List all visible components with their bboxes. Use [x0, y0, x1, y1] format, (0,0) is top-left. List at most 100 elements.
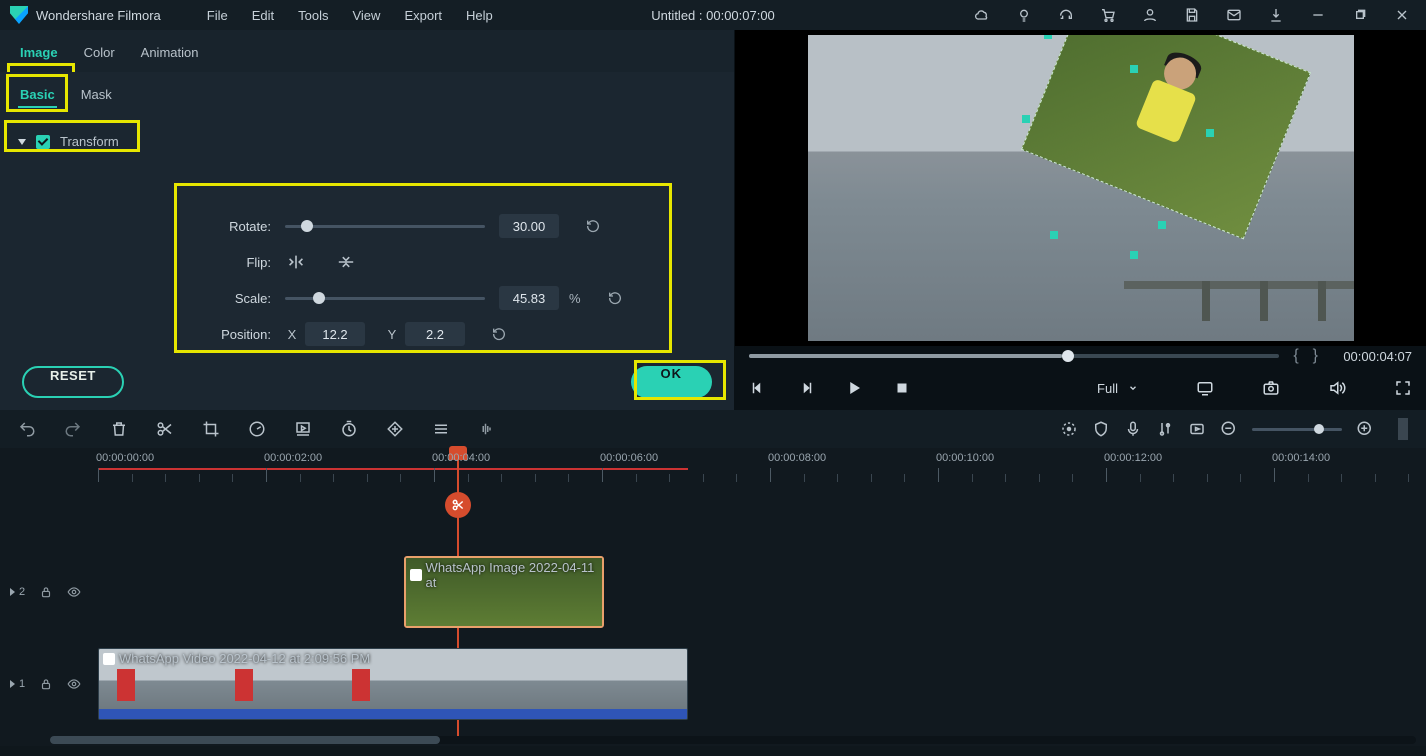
scale-reset-icon[interactable] — [607, 290, 623, 306]
lock-icon[interactable] — [39, 585, 53, 599]
headset-icon[interactable] — [1058, 7, 1074, 23]
split-icon[interactable] — [156, 420, 174, 438]
eye-icon[interactable] — [67, 677, 81, 691]
timeline-clip-video[interactable]: WhatsApp Video 2022-04-12 at 2:09:56 PM — [98, 648, 688, 720]
track-2-label[interactable]: 2 — [10, 586, 25, 598]
property-tabs: Image Color Animation — [0, 30, 734, 72]
menu-file[interactable]: File — [195, 2, 240, 29]
menu-tools[interactable]: Tools — [286, 2, 340, 29]
timeline-layout-icon[interactable] — [1398, 418, 1408, 440]
menu-view[interactable]: View — [340, 2, 392, 29]
timeline-scrollbar[interactable] — [50, 736, 1416, 744]
mark-in-icon[interactable]: { — [1293, 347, 1298, 365]
position-x-value[interactable]: 12.2 — [305, 322, 365, 346]
app-brand: Wondershare Filmora — [36, 8, 161, 23]
mic-icon[interactable] — [1124, 420, 1142, 438]
menu-edit[interactable]: Edit — [240, 2, 286, 29]
subtab-basic[interactable]: Basic — [18, 87, 57, 114]
resize-handle[interactable] — [1206, 129, 1214, 137]
collapse-icon[interactable] — [18, 139, 26, 145]
image-subtabs: Basic Mask — [0, 72, 734, 114]
audio-wave-icon[interactable] — [478, 420, 496, 438]
tab-image[interactable]: Image — [18, 45, 60, 72]
window-minimize-icon[interactable] — [1310, 7, 1326, 23]
user-icon[interactable] — [1142, 7, 1158, 23]
resize-handle[interactable] — [1158, 221, 1166, 229]
speed-icon[interactable] — [248, 420, 266, 438]
save-icon[interactable] — [1184, 7, 1200, 23]
preview-time: 00:00:04:07 — [1332, 349, 1412, 364]
message-icon[interactable] — [1226, 7, 1242, 23]
ruler-label: 00:00:04:00 — [432, 452, 490, 464]
zoom-slider[interactable] — [1252, 419, 1342, 439]
download-icon[interactable] — [1268, 7, 1284, 23]
section-title: Transform — [60, 134, 119, 149]
zoom-in-icon[interactable] — [1356, 420, 1374, 438]
crop-icon[interactable] — [202, 420, 220, 438]
play-button[interactable] — [845, 379, 863, 397]
y-label: Y — [385, 327, 399, 342]
menu-help[interactable]: Help — [454, 2, 505, 29]
redo-icon[interactable] — [64, 420, 82, 438]
cloud-icon[interactable] — [974, 7, 990, 23]
window-restore-icon[interactable] — [1352, 7, 1368, 23]
resize-handle[interactable] — [1022, 115, 1030, 123]
transform-checkbox[interactable] — [36, 135, 50, 149]
next-frame-button[interactable] — [797, 379, 815, 397]
preview-size-select[interactable]: Full — [1087, 377, 1148, 400]
timeline-clip-image[interactable]: WhatsApp Image 2022-04-11 at — [404, 556, 604, 628]
stop-button[interactable] — [893, 379, 911, 397]
scale-slider[interactable] — [285, 288, 485, 308]
preview-viewport[interactable] — [735, 30, 1426, 346]
render-icon[interactable] — [1188, 420, 1206, 438]
keyframe-icon[interactable] — [386, 420, 404, 438]
tab-animation[interactable]: Animation — [139, 45, 201, 72]
mixer-icon[interactable] — [1156, 420, 1174, 438]
marker-icon[interactable] — [1060, 420, 1078, 438]
eye-icon[interactable] — [67, 585, 81, 599]
color-match-icon[interactable] — [432, 420, 450, 438]
rotate-value[interactable]: 30.00 — [499, 214, 559, 238]
track-1-label[interactable]: 1 — [10, 678, 25, 690]
rotate-slider[interactable] — [285, 216, 485, 236]
preview-quality-icon[interactable] — [1196, 379, 1214, 397]
ruler-label: 00:00:02:00 — [264, 452, 322, 464]
preview-progress-bar[interactable] — [749, 354, 1279, 358]
undo-icon[interactable] — [18, 420, 36, 438]
duration-icon[interactable] — [340, 420, 358, 438]
delete-icon[interactable] — [110, 420, 128, 438]
freeze-frame-icon[interactable] — [294, 420, 312, 438]
rotate-reset-icon[interactable] — [585, 218, 601, 234]
resize-handle[interactable] — [1044, 35, 1052, 39]
menu-export[interactable]: Export — [392, 2, 454, 29]
resize-handle[interactable] — [1130, 65, 1138, 73]
clip-name: WhatsApp Video 2022-04-12 at 2:09:56 PM — [119, 651, 370, 666]
window-close-icon[interactable] — [1394, 7, 1410, 23]
resize-handle[interactable] — [1050, 231, 1058, 239]
position-y-value[interactable]: 2.2 — [405, 322, 465, 346]
prev-frame-button[interactable] — [749, 379, 767, 397]
flip-horizontal-button[interactable] — [285, 253, 307, 271]
app-logo — [10, 6, 28, 24]
reset-button[interactable]: RESET — [22, 366, 124, 398]
resize-handle[interactable] — [1130, 251, 1138, 259]
position-reset-icon[interactable] — [491, 326, 507, 342]
fullscreen-icon[interactable] — [1394, 379, 1412, 397]
timeline-ruler[interactable]: 00:00:00:0000:00:02:0000:00:04:0000:00:0… — [98, 448, 1426, 484]
mark-out-icon[interactable]: } — [1313, 347, 1318, 365]
snapshot-icon[interactable] — [1262, 379, 1280, 397]
volume-icon[interactable] — [1328, 379, 1346, 397]
lightbulb-icon[interactable] — [1016, 7, 1032, 23]
flip-vertical-button[interactable] — [335, 253, 357, 271]
shield-icon[interactable] — [1092, 420, 1110, 438]
scale-value[interactable]: 45.83 — [499, 286, 559, 310]
tab-color[interactable]: Color — [82, 45, 117, 72]
ruler-label: 00:00:08:00 — [768, 452, 826, 464]
zoom-out-icon[interactable] — [1220, 420, 1238, 438]
subtab-mask[interactable]: Mask — [79, 87, 114, 114]
ok-button[interactable]: OK — [631, 366, 713, 398]
cart-icon[interactable] — [1100, 7, 1116, 23]
scale-unit: % — [569, 291, 581, 306]
lock-icon[interactable] — [39, 677, 53, 691]
flip-label: Flip: — [205, 255, 271, 270]
